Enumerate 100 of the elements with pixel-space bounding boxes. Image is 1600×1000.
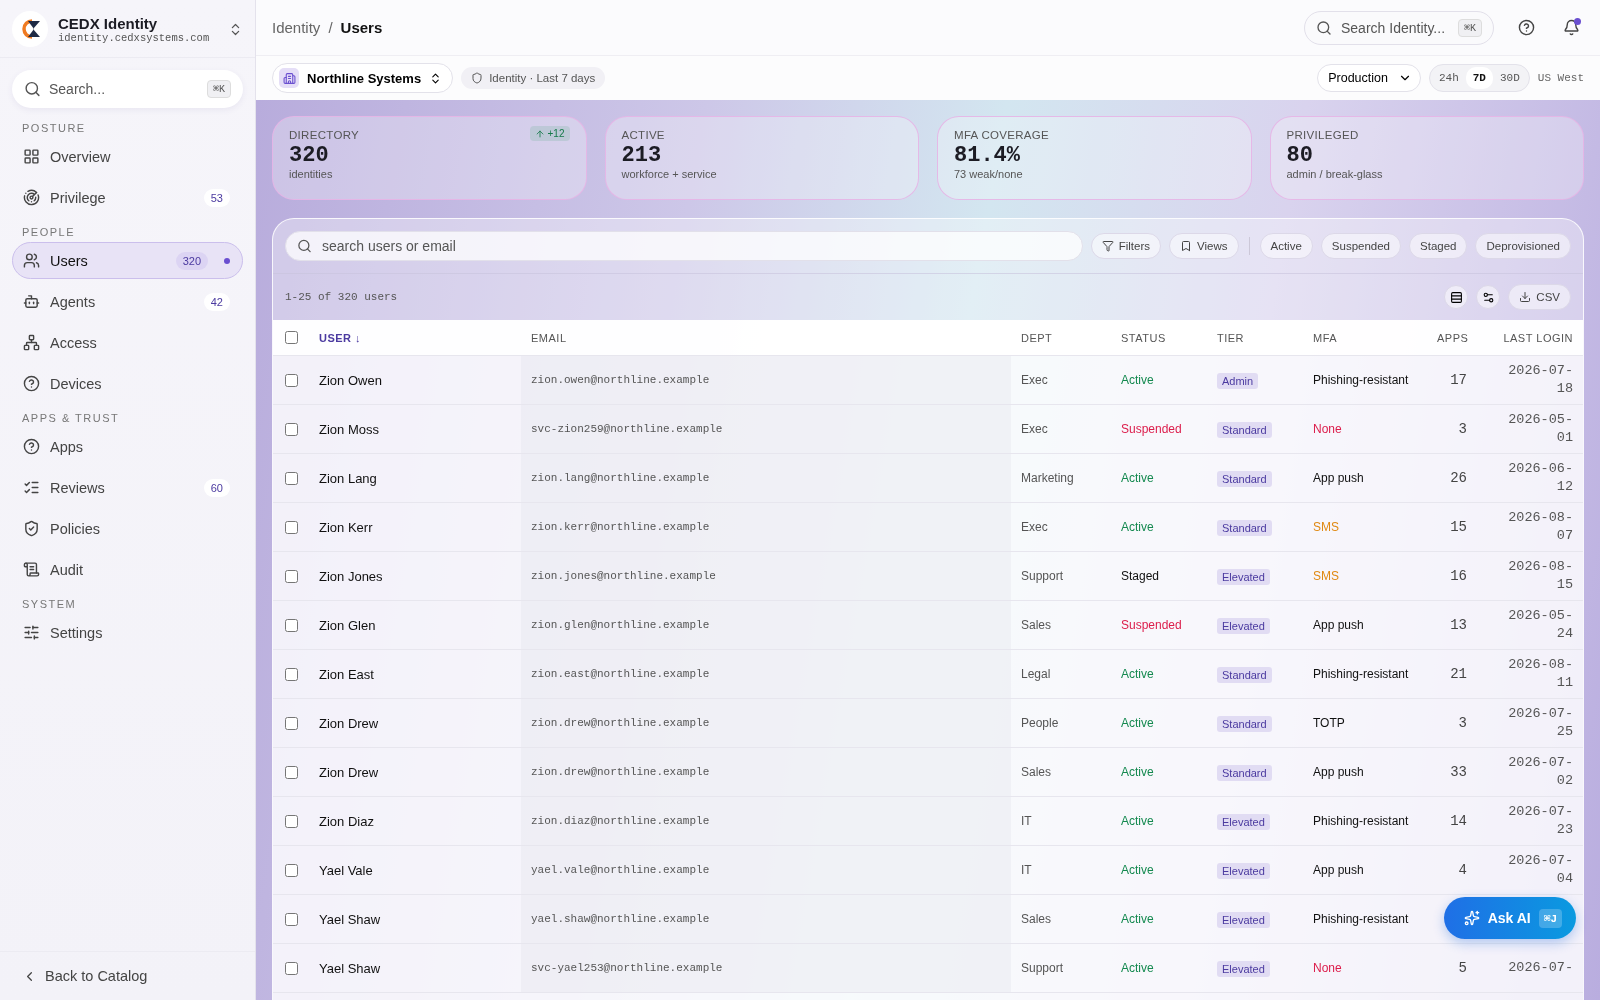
mfa-text: App push xyxy=(1312,471,1365,485)
delta-badge: +12 xyxy=(529,126,570,141)
email-cell: zion.drew@northline.example xyxy=(521,699,1011,747)
environment-select[interactable]: Production xyxy=(1317,64,1421,92)
tier-tag: Elevated xyxy=(1217,569,1270,585)
help-icon xyxy=(23,375,40,392)
status-text: Active xyxy=(1120,814,1155,828)
row-checkbox[interactable] xyxy=(285,667,298,681)
row-checkbox[interactable] xyxy=(285,961,298,975)
row-checkbox[interactable] xyxy=(285,422,298,436)
logo-icon xyxy=(12,11,48,47)
stat-value: 81.4% xyxy=(954,143,1021,168)
row-checkbox[interactable] xyxy=(285,471,298,485)
row-checkbox[interactable] xyxy=(285,765,298,779)
row-checkbox[interactable] xyxy=(285,618,298,632)
shortcut-key: ⌘K xyxy=(206,80,231,98)
dept-cell-text: Support xyxy=(1020,961,1065,975)
status-filter-chip[interactable]: Deprovisioned xyxy=(1475,233,1571,259)
mfa-text: Phishing-resistant xyxy=(1312,373,1410,387)
nav-item[interactable]: Privilege 53 xyxy=(12,179,243,216)
nav-item[interactable]: Access xyxy=(12,324,243,361)
stat-caption: 73 weak/none xyxy=(954,168,1024,180)
status-text: Staged xyxy=(1120,569,1161,583)
scope-label: Identity · Last 7 days xyxy=(489,72,596,84)
user-name: Yael Vale xyxy=(318,862,374,878)
user-name: Yael Shaw xyxy=(318,911,382,927)
search-field[interactable]: search users or email xyxy=(285,231,1083,261)
sliders-icon xyxy=(23,624,40,641)
row-checkbox[interactable] xyxy=(285,373,298,387)
result-count: 1-25 of 320 users xyxy=(285,291,399,303)
section-title: PEOPLE xyxy=(21,225,77,240)
back-link[interactable]: Back to Catalog xyxy=(0,951,255,1000)
status-text: Suspended xyxy=(1120,422,1183,436)
nav-item[interactable]: Devices xyxy=(12,365,243,402)
email-cell: svc-yael253@northline.example xyxy=(521,944,1011,992)
nav-label: Privilege xyxy=(50,189,107,206)
column-header: DEPT xyxy=(1020,331,1054,344)
org-selector[interactable]: Northline Systems xyxy=(272,63,454,93)
status-text: Suspended xyxy=(1120,618,1183,632)
row-checkbox[interactable] xyxy=(285,912,298,926)
building-icon xyxy=(282,71,296,85)
nav-item[interactable]: Audit xyxy=(12,551,243,588)
column-header[interactable]: USER ↓ xyxy=(309,331,521,344)
stat-label: ACTIVE xyxy=(621,129,665,141)
status-filter-chip[interactable]: Suspended xyxy=(1320,233,1402,259)
range-tab[interactable]: 24h xyxy=(1431,67,1466,89)
views-button[interactable]: Views xyxy=(1169,233,1239,259)
stat-value: 320 xyxy=(289,143,330,168)
row-checkbox[interactable] xyxy=(285,569,298,583)
last-login: 2026-08-11 xyxy=(1507,656,1574,692)
tier-tag: Elevated xyxy=(1217,912,1270,928)
nav-count: 320 xyxy=(175,251,208,270)
select-all-checkbox[interactable] xyxy=(285,331,298,344)
range-tab[interactable]: 30D xyxy=(1492,67,1527,89)
status-filter-chip[interactable]: Staged xyxy=(1409,233,1468,259)
checklist-icon xyxy=(23,479,40,496)
density-button[interactable] xyxy=(1444,285,1469,309)
back-label: Back to Catalog xyxy=(45,968,148,984)
row-checkbox[interactable] xyxy=(285,814,298,828)
tier-tag: Elevated xyxy=(1217,961,1270,977)
nav-label: Overview xyxy=(50,148,112,165)
nav-label: Agents xyxy=(50,293,97,310)
row-checkbox[interactable] xyxy=(285,520,298,534)
shield-icon xyxy=(23,520,40,537)
nav-item[interactable]: Reviews 60 xyxy=(12,469,243,506)
column-header: STATUS xyxy=(1120,331,1167,344)
dept-cell-text: Marketing xyxy=(1020,471,1075,485)
region-label: US West xyxy=(1537,72,1584,84)
user-name: Zion Kerr xyxy=(318,519,374,535)
user-name: Zion Moss xyxy=(318,421,380,437)
nav-item[interactable]: Policies xyxy=(12,510,243,547)
users-icon xyxy=(23,252,40,269)
filter-icon xyxy=(1101,240,1114,252)
dept-cell-text: Sales xyxy=(1020,765,1053,779)
user-name: Zion Diaz xyxy=(318,813,375,829)
row-checkbox[interactable] xyxy=(285,863,298,877)
nav-item[interactable]: Apps xyxy=(12,428,243,465)
mfa-text: App push xyxy=(1312,765,1365,779)
row-checkbox[interactable] xyxy=(285,716,298,730)
nav-item[interactable]: Settings xyxy=(12,614,243,651)
nav-item[interactable]: Users 320 xyxy=(12,242,243,279)
nav-label: Settings xyxy=(50,624,104,641)
dept-cell-text: Legal xyxy=(1020,667,1052,681)
columns-button[interactable] xyxy=(1476,285,1501,309)
ask-ai-button[interactable]: Ask AI ⌘J xyxy=(1443,897,1576,939)
csv-button[interactable]: CSV xyxy=(1508,284,1571,310)
grid-icon xyxy=(23,148,40,165)
filters-button[interactable]: Filters xyxy=(1090,233,1162,259)
status-filter-chip[interactable]: Active xyxy=(1259,233,1313,259)
last-login: 2026-07-02 xyxy=(1507,754,1574,790)
search-icon xyxy=(24,80,41,98)
nav-item[interactable]: Agents 42 xyxy=(12,283,243,320)
nav-item[interactable]: Overview xyxy=(12,138,243,175)
apps-count: 33 xyxy=(1449,764,1468,780)
breadcrumb-item[interactable]: Identity xyxy=(272,19,321,36)
range-tab[interactable]: 7D xyxy=(1465,67,1493,89)
shield-icon xyxy=(471,72,484,84)
email-cell: yael.vale@northline.example xyxy=(521,846,1011,894)
sliders-icon xyxy=(1481,290,1495,304)
breadcrumb-item[interactable]: Users xyxy=(340,19,383,36)
